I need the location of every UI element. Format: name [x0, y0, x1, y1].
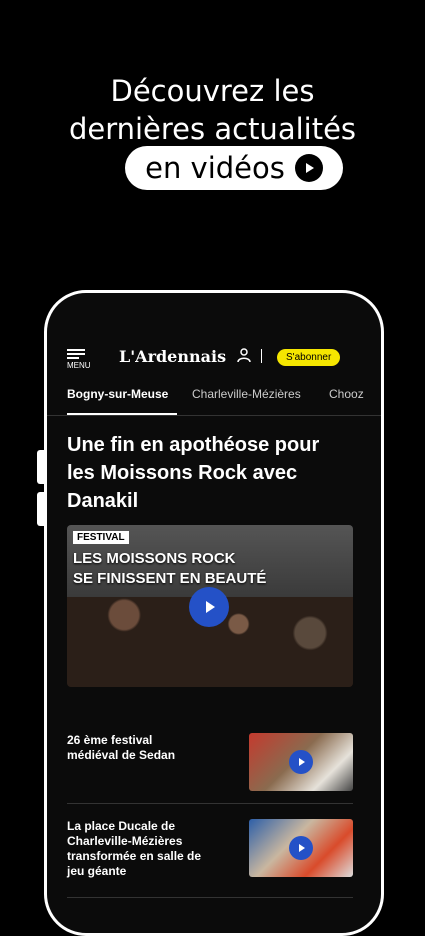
play-circle-icon [294, 154, 323, 182]
list-item-title: La place Ducale de Charleville-Mézières … [67, 819, 202, 878]
app-logo: L'Ardennais [119, 347, 227, 366]
user-icon[interactable] [237, 348, 251, 362]
main-video[interactable]: FESTIVAL LES MOISSONS ROCK SE FINISSENT … [67, 525, 353, 687]
promo-line-2: dernières actualités [68, 112, 357, 146]
promo-line-1: Découvrez les [110, 74, 315, 108]
tab-bogny[interactable]: Bogny-sur-Meuse [67, 387, 168, 401]
divider [261, 349, 262, 363]
video-title-line-1: LES MOISSONS ROCK [73, 550, 236, 567]
play-icon[interactable] [289, 836, 313, 860]
video-title: LES MOISSONS ROCK SE FINISSENT EN BEAUTÉ [73, 549, 266, 589]
active-tab-indicator [67, 413, 177, 415]
list-item[interactable]: 26 ème festival médiéval de Sedan [67, 733, 353, 804]
video-title-line-2: SE FINISSENT EN BEAUTÉ [73, 570, 267, 587]
tab-charleville[interactable]: Charleville-Mézières [192, 387, 301, 401]
pill-label: en vidéos [145, 151, 285, 185]
play-icon[interactable] [289, 750, 313, 774]
list-item-thumbnail [249, 819, 353, 877]
phone-frame: MENU L'Ardennais S'abonner Bogny-sur-Meu… [44, 290, 384, 936]
promo-headline: Découvrez les dernières actualités [0, 72, 425, 148]
play-icon[interactable] [189, 587, 229, 627]
app-topbar: MENU L'Ardennais S'abonner [47, 341, 381, 373]
promo-pill: en vidéos [125, 146, 343, 190]
menu-label: MENU [67, 361, 91, 370]
list-item[interactable]: La place Ducale de Charleville-Mézières … [67, 819, 353, 898]
article-title[interactable]: Une fin en apothéose pour les Moissons R… [67, 431, 352, 515]
list-item-title: 26 ème festival médiéval de Sedan [67, 733, 176, 762]
tab-bar: Bogny-sur-Meuse Charleville-Mézières Cho… [47, 383, 381, 416]
subscribe-button[interactable]: S'abonner [277, 349, 341, 366]
menu-button[interactable]: MENU [67, 347, 91, 370]
video-tag: FESTIVAL [73, 531, 129, 544]
list-item-thumbnail [249, 733, 353, 791]
tab-chooz[interactable]: Chooz [329, 387, 364, 401]
